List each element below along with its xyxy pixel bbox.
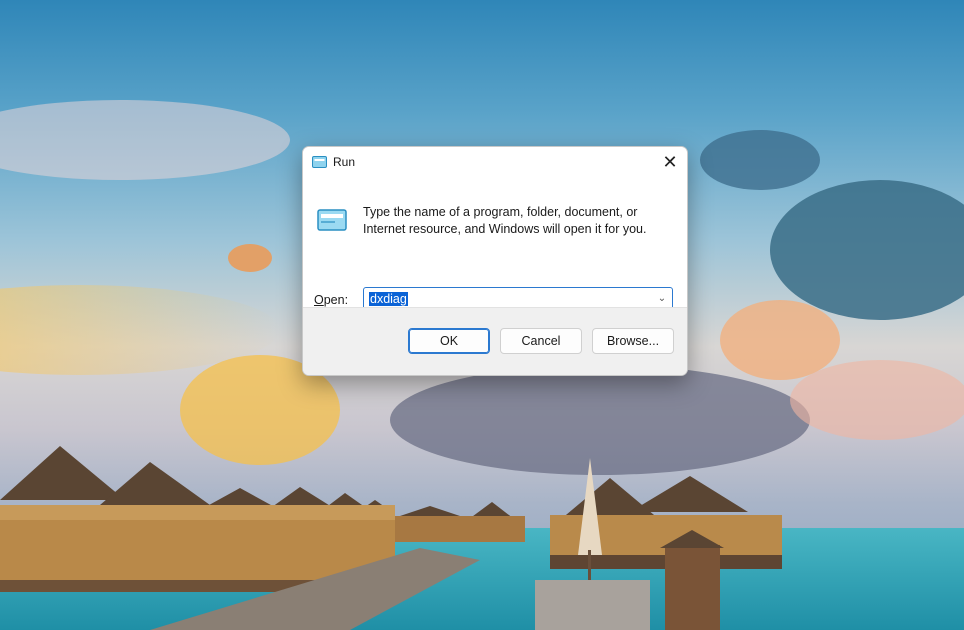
browse-button[interactable]: Browse...: [592, 328, 674, 354]
dialog-footer: OK Cancel Browse...: [303, 307, 687, 375]
ok-button[interactable]: OK: [408, 328, 490, 354]
run-icon: [317, 209, 347, 231]
dialog-description: Type the name of a program, folder, docu…: [363, 205, 647, 236]
run-icon: [312, 156, 327, 168]
open-input-value[interactable]: dxdiag: [369, 292, 408, 306]
open-label-accelerator: O: [314, 293, 324, 307]
close-icon: ✕: [662, 151, 678, 172]
close-button[interactable]: ✕: [653, 147, 687, 177]
open-label: Open:: [314, 293, 348, 307]
dialog-body: Type the name of a program, folder, docu…: [303, 177, 687, 311]
title-bar[interactable]: Run ✕: [303, 147, 687, 177]
dialog-title: Run: [333, 155, 356, 169]
chevron-down-icon[interactable]: ⌄: [656, 292, 668, 306]
run-dialog: Run ✕ Type the name of a program, folder…: [302, 146, 688, 376]
open-label-rest: pen:: [323, 293, 349, 307]
cancel-button[interactable]: Cancel: [500, 328, 582, 354]
